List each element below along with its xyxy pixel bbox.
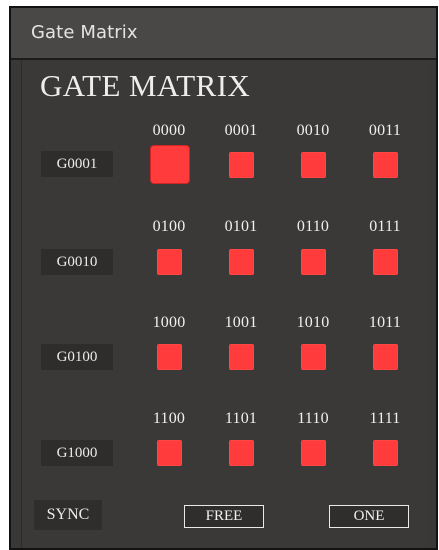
gate-pad[interactable] (373, 152, 398, 178)
sync-label: SYNC (34, 500, 102, 530)
gate-label: G1000 (41, 440, 113, 466)
code-label: 0001 (224, 122, 258, 139)
code-label: 1000 (152, 314, 186, 331)
gate-pad[interactable] (229, 152, 254, 178)
gate-pad[interactable] (157, 249, 182, 275)
code-label: 1011 (368, 314, 402, 331)
gate-pad[interactable] (373, 440, 398, 466)
code-label: 1100 (152, 410, 186, 427)
gate-pad[interactable] (373, 249, 398, 275)
gate-pad[interactable] (229, 344, 254, 370)
gate-pad[interactable] (301, 344, 326, 370)
gate-label: G0100 (41, 344, 113, 370)
gate-pad[interactable] (157, 344, 182, 370)
code-label: 0100 (152, 218, 186, 235)
gate-pad[interactable] (229, 440, 254, 466)
gate-label: G0001 (41, 151, 113, 177)
gate-pad[interactable] (301, 249, 326, 275)
code-label: 1001 (224, 314, 258, 331)
window-title: Gate Matrix (31, 22, 138, 43)
code-label: 1111 (369, 410, 401, 427)
code-label: 0101 (224, 218, 258, 235)
code-label: 1110 (297, 410, 329, 427)
gate-pad[interactable] (151, 146, 189, 183)
panel-heading: GATE MATRIX (40, 68, 251, 103)
code-label: 0000 (152, 122, 186, 139)
gate-pad[interactable] (301, 152, 326, 178)
code-label: 1101 (224, 410, 258, 427)
gate-pad[interactable] (301, 440, 326, 466)
gate-pad[interactable] (373, 344, 398, 370)
gate-pad[interactable] (157, 440, 182, 466)
code-label: 1010 (296, 314, 330, 331)
code-label: 0111 (369, 218, 401, 235)
title-bar[interactable]: Gate Matrix (11, 8, 436, 60)
gate-label: G0010 (41, 249, 113, 275)
code-label: 0011 (368, 122, 402, 139)
code-label: 0010 (296, 122, 330, 139)
one-button[interactable]: ONE (329, 505, 409, 528)
gate-pad[interactable] (229, 249, 254, 275)
code-label: 0110 (296, 218, 330, 235)
free-button[interactable]: FREE (184, 505, 264, 528)
